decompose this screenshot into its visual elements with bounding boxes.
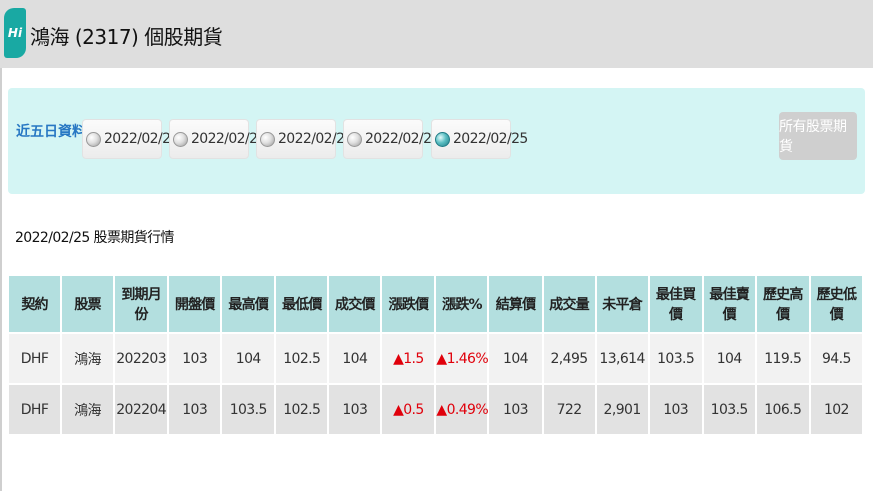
radio-icon (347, 131, 362, 147)
date-option-label: 2022/02/23 (278, 131, 353, 147)
date-option-label: 2022/02/22 (191, 131, 266, 147)
page-title: 鴻海 (2317) 個股期貨 (30, 25, 223, 49)
col-header-settle: 結算價 (489, 276, 542, 332)
cell-stock: 鴻海 (62, 334, 114, 383)
cell-settle: 104 (489, 334, 542, 383)
col-header-low: 最低價 (276, 276, 328, 332)
col-header-contract: 契約 (9, 276, 61, 332)
col-header-open-interest: 未平倉 (596, 276, 648, 332)
col-header-open: 開盤價 (169, 276, 221, 332)
cell-low: 102.5 (276, 385, 328, 434)
quote-section-title: 2022/02/25 股票期貨行情 (15, 230, 175, 246)
radio-icon (86, 131, 101, 147)
radio-icon (260, 131, 275, 147)
cell-best-bid: 103.5 (649, 334, 702, 383)
cell-change: ▲1.5 (382, 334, 435, 383)
table-header-row: 契約 股票 到期月份 開盤價 最高價 最低價 成交價 漲跌價 漲跌% 結算價 成… (9, 276, 862, 332)
date-option-0224[interactable]: 2022/02/24 (343, 119, 440, 159)
left-divider (0, 68, 2, 491)
cell-volume: 722 (543, 385, 595, 434)
cell-hist-low: 94.5 (810, 334, 862, 383)
col-header-high: 最高價 (222, 276, 275, 332)
cell-volume: 2,495 (543, 334, 595, 383)
cell-last: 104 (329, 334, 381, 383)
cell-high: 103.5 (222, 385, 275, 434)
col-header-volume: 成交量 (543, 276, 595, 332)
col-header-hist-high: 歷史高價 (756, 276, 809, 332)
col-header-stock: 股票 (62, 276, 114, 332)
date-selector-panel: 近五日資料: 2022/02/21 2022/02/22 2022/02/23 … (8, 88, 865, 194)
col-header-change: 漲跌價 (382, 276, 435, 332)
radio-icon (173, 131, 188, 147)
page-header: Hi 鴻海 (2317) 個股期貨 (0, 0, 873, 68)
date-option-0225[interactable]: 2022/02/25 (431, 119, 528, 159)
cell-open-interest: 13,614 (596, 334, 648, 383)
cell-best-ask: 103.5 (703, 385, 755, 434)
date-option-label: 2022/02/21 (104, 131, 179, 147)
cell-change-pct: ▲1.46% (436, 334, 489, 383)
col-header-hist-low: 歷史低價 (810, 276, 862, 332)
col-header-expiry: 到期月份 (115, 276, 168, 332)
cell-open: 103 (169, 385, 221, 434)
cell-hist-low: 102 (810, 385, 862, 434)
table-row: DHF 鴻海 202204 103 103.5 102.5 103 ▲0.5 ▲… (9, 385, 862, 434)
cell-expiry: 202204 (115, 385, 168, 434)
col-header-change-pct: 漲跌% (436, 276, 488, 332)
col-header-last: 成交價 (329, 276, 381, 332)
cell-contract: DHF (9, 385, 61, 434)
date-option-0222[interactable]: 2022/02/22 (169, 119, 266, 159)
cell-hist-high: 106.5 (756, 385, 809, 434)
futures-quote-table: 契約 股票 到期月份 開盤價 最高價 最低價 成交價 漲跌價 漲跌% 結算價 成… (7, 274, 864, 436)
radio-selected-icon (435, 131, 450, 147)
table-row: DHF 鴻海 202203 103 104 102.5 104 ▲1.5 ▲1.… (9, 334, 862, 383)
cell-expiry: 202203 (115, 334, 168, 383)
cell-change: ▲0.5 (382, 385, 435, 434)
cell-best-ask: 104 (703, 334, 755, 383)
date-option-label: 2022/02/24 (365, 131, 440, 147)
cell-change-pct: ▲0.49% (436, 385, 489, 434)
recent-days-label: 近五日資料: (16, 124, 92, 140)
cell-open-interest: 2,901 (596, 385, 648, 434)
cell-stock: 鴻海 (62, 385, 114, 434)
cell-settle: 103 (489, 385, 542, 434)
col-header-best-ask: 最佳賣價 (703, 276, 755, 332)
cell-best-bid: 103 (649, 385, 702, 434)
all-stock-futures-button[interactable]: 所有股票期貨 (779, 112, 857, 160)
cell-high: 104 (222, 334, 275, 383)
cell-contract: DHF (9, 334, 61, 383)
col-header-best-bid: 最佳買價 (649, 276, 702, 332)
cell-low: 102.5 (276, 334, 328, 383)
hi-logo-icon: Hi (4, 8, 26, 58)
cell-open: 103 (169, 334, 221, 383)
cell-last: 103 (329, 385, 381, 434)
date-option-0223[interactable]: 2022/02/23 (256, 119, 353, 159)
date-option-label: 2022/02/25 (453, 131, 528, 147)
cell-hist-high: 119.5 (756, 334, 809, 383)
date-option-0221[interactable]: 2022/02/21 (82, 119, 179, 159)
